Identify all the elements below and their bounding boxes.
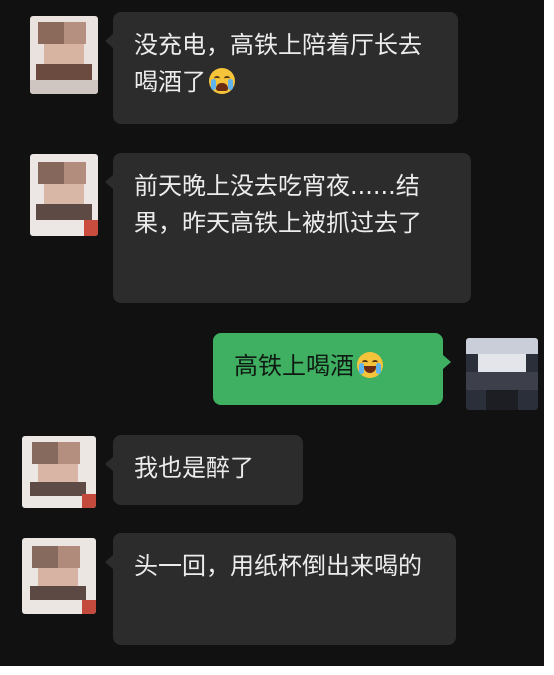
message-bubble[interactable]: 高铁上喝酒 (213, 333, 451, 405)
message-bubble[interactable]: 前天晚上没去吃宵夜......结果，昨天高铁上被抓过去了 (105, 153, 471, 303)
bubble-tail (105, 457, 113, 471)
message-bubble[interactable]: 我也是醉了 (105, 435, 303, 505)
bubble-tail (105, 34, 113, 48)
bubble-tail (105, 555, 113, 569)
tears-of-joy-emoji-icon (357, 352, 383, 378)
chat-area[interactable]: 没充电，高铁上陪着厅长去喝酒了 前天晚上没去吃宵夜......结果，昨天高铁上被… (0, 0, 544, 666)
message-text: 前天晚上没去吃宵夜......结果，昨天高铁上被抓过去了 (134, 172, 422, 237)
bubble-tail (105, 175, 113, 189)
self-avatar[interactable] (466, 338, 538, 410)
message-bubble[interactable]: 没充电，高铁上陪着厅长去喝酒了 (105, 12, 458, 124)
contact-avatar[interactable] (22, 538, 96, 614)
message-text: 高铁上喝酒 (234, 352, 354, 380)
contact-avatar[interactable] (30, 154, 98, 236)
contact-avatar[interactable] (22, 436, 96, 508)
contact-avatar[interactable] (30, 16, 98, 94)
loudly-crying-face-emoji-icon (209, 68, 235, 94)
message-bubble[interactable]: 头一回，用纸杯倒出来喝的 (105, 533, 456, 645)
message-text: 头一回，用纸杯倒出来喝的 (134, 552, 422, 580)
message-text: 我也是醉了 (134, 454, 254, 482)
bubble-tail (443, 355, 451, 369)
screenshot: 没充电，高铁上陪着厅长去喝酒了 前天晚上没去吃宵夜......结果，昨天高铁上被… (0, 0, 554, 675)
message-text: 没充电，高铁上陪着厅长去喝酒了 (134, 31, 422, 96)
